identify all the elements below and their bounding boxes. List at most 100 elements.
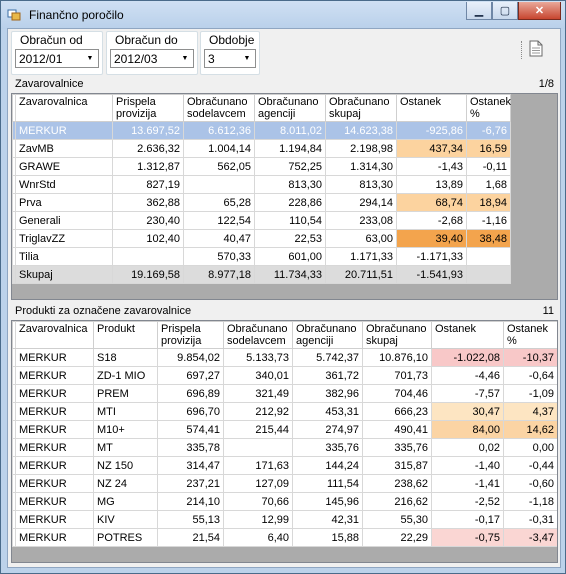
maximize-button[interactable]: ▢ (492, 2, 518, 20)
column-header[interactable]: Ostanek (431, 321, 504, 349)
chevron-down-icon[interactable]: ▼ (83, 51, 97, 66)
table-cell: 1,68 (466, 175, 511, 194)
produkt-row[interactable]: MERKUR POTRES 21,54 6,40 15,88 22,29 -0,75 -3,4… (12, 528, 557, 547)
column-header[interactable]: Ostanek % (466, 94, 511, 122)
table-cell: 453,31 (292, 402, 363, 421)
zavarovalnice-grid[interactable]: Zavarovalnica Prispela provizija Obračunan… (11, 93, 558, 300)
table-cell: -0,60 (503, 474, 557, 493)
table-cell: -1,18 (503, 492, 557, 511)
column-header[interactable]: Obračunano sodelavcem (183, 94, 255, 122)
chevron-down-icon[interactable]: ▼ (178, 51, 192, 66)
zavarovalnica-row[interactable]: ZavMB 2.636,32 1.004,14 1.194,84 2.198,98 437… (12, 139, 511, 158)
table-cell: -1.171,33 (396, 247, 467, 266)
table-cell: -2,52 (431, 492, 504, 511)
table-cell (183, 175, 255, 194)
produkti-header: Produkti za označene zavarovalnice 11 (11, 304, 556, 319)
column-header[interactable]: Obračunano agenciji (292, 321, 363, 349)
zavarovalnica-row[interactable]: Generali 230,40 122,54 110,54 233,08 -2,68 -1,… (12, 211, 511, 230)
column-header[interactable]: Obračunano skupaj (325, 94, 397, 122)
table-cell: 127,09 (223, 474, 293, 493)
table-cell: 55,30 (362, 510, 432, 529)
table-cell: Prva (15, 193, 113, 212)
table-cell: MERKUR (15, 420, 94, 439)
column-header[interactable]: Ostanek % (503, 321, 557, 349)
table-cell: 19.169,58 (112, 265, 184, 284)
column-header[interactable]: Obračunano agenciji (254, 94, 326, 122)
table-cell: -1.022,08 (431, 348, 504, 367)
column-header[interactable]: Prispela provizija (157, 321, 224, 349)
table-cell: MERKUR (15, 348, 94, 367)
table-cell: 437,34 (396, 139, 467, 158)
zavarovalnica-row[interactable]: MERKUR 13.697,52 6.612,36 8.011,02 14.623,38… (12, 121, 511, 140)
table-cell: 666,23 (362, 402, 432, 421)
produkt-row[interactable]: MERKUR KIV 55,13 12,99 42,31 55,30 -0,17 -0,31 (12, 510, 557, 529)
table-cell: 238,62 (362, 474, 432, 493)
table-cell: 70,66 (223, 492, 293, 511)
table-cell: -6,76 (466, 121, 511, 140)
table-cell: MG (93, 492, 158, 511)
table-cell: 562,05 (183, 157, 255, 176)
table-cell: 1.314,30 (325, 157, 397, 176)
produkt-row[interactable]: MERKUR M10+ 574,41 215,44 274,97 490,41 84,00 1… (12, 420, 557, 439)
produkt-row[interactable]: MERKUR ZD-1 MIO 697,27 340,01 361,72 701,73 -4… (12, 366, 557, 385)
table-cell: 0,02 (431, 438, 504, 457)
table-cell: 13,89 (396, 175, 467, 194)
document-icon[interactable] (529, 40, 543, 57)
column-header[interactable]: Produkt (93, 321, 158, 349)
produkt-row[interactable]: MERKUR NZ 24 237,21 127,09 111,54 238,62 -1,41… (12, 474, 557, 493)
obdobje-select[interactable]: 3 ▼ (204, 49, 256, 68)
table-cell: 111,54 (292, 474, 363, 493)
table-cell: 22,29 (362, 528, 432, 547)
table-cell: 601,00 (254, 247, 326, 266)
zavarovalnica-row[interactable]: Prva 362,88 65,28 228,86 294,14 68,74 18,94 (12, 193, 511, 212)
table-cell: Generali (15, 211, 113, 230)
zavarovalnica-row[interactable]: Skupaj 19.169,58 8.977,18 11.734,33 20.711,5… (12, 265, 511, 284)
column-header[interactable]: Obračunano sodelavcem (223, 321, 293, 349)
table-cell: 362,88 (112, 193, 184, 212)
zavarovalnica-row[interactable]: Tilia 570,33 601,00 1.171,33 -1.171,33 (12, 247, 511, 266)
produkt-row[interactable]: MERKUR PREM 696,89 321,49 382,96 704,46 -7,57-… (12, 384, 557, 403)
column-header[interactable]: Ostanek (396, 94, 467, 122)
produkti-title: Produkti za označene zavarovalnice (15, 305, 192, 317)
title-bar[interactable]: Finančno poročilo ▁ ▢ ✕ (1, 1, 565, 29)
chevron-down-icon[interactable]: ▼ (240, 51, 254, 66)
column-header[interactable]: Zavarovalnica (15, 321, 94, 349)
zavarovalnica-row[interactable]: TriglavZZ 102,40 40,47 22,53 63,00 39,40 38,48 (12, 229, 511, 248)
produkt-row[interactable]: MERKUR MTI 696,70 212,92 453,31 666,23 30,47 4,… (12, 402, 557, 421)
zavarovalnica-row[interactable]: WnrStd 827,19 813,30 813,30 13,89 1,68 (12, 175, 511, 194)
column-header[interactable]: Obračunano skupaj (362, 321, 432, 349)
table-cell: 214,10 (157, 492, 224, 511)
obdobje-group: Obdobje 3 ▼ (200, 31, 260, 75)
produkti-grid[interactable]: Zavarovalnica Produkt Prispela provizija Ob… (11, 320, 558, 563)
table-cell: 314,47 (157, 456, 224, 475)
table-cell: -3,47 (503, 528, 557, 547)
table-cell: 8.977,18 (183, 265, 255, 284)
zavarovalnica-row[interactable]: GRAWE 1.312,87 562,05 752,25 1.314,30 -1,43 -0… (12, 157, 511, 176)
table-cell: Skupaj (15, 265, 113, 284)
obracun-do-value: 2012/03 (114, 52, 158, 66)
obracun-do-select[interactable]: 2012/03 ▼ (110, 49, 194, 68)
column-header[interactable]: Zavarovalnica (15, 94, 113, 122)
table-cell: 5.742,37 (292, 348, 363, 367)
toolbar-grip[interactable] (521, 41, 524, 59)
table-cell: KIV (93, 510, 158, 529)
produkt-row[interactable]: MERKUR NZ 150 314,47 171,63 144,24 315,87 -1,4… (12, 456, 557, 475)
table-cell: 40,47 (183, 229, 255, 248)
table-cell: MERKUR (15, 402, 94, 421)
table-cell: 10.876,10 (362, 348, 432, 367)
close-button[interactable]: ✕ (518, 2, 561, 20)
table-cell: 14,62 (503, 420, 557, 439)
produkt-row[interactable]: MERKUR MT 335,78 335,76 335,76 0,02 0,00 (12, 438, 557, 457)
column-header[interactable]: Prispela provizija (112, 94, 184, 122)
produkt-row[interactable]: MERKUR S18 9.854,02 5.133,73 5.742,37 10.876,… (12, 348, 557, 367)
table-cell: 701,73 (362, 366, 432, 385)
obracun-od-label: Obračun od (18, 33, 85, 47)
obracun-od-group: Obračun od 2012/01 ▼ (11, 31, 103, 75)
produkt-row[interactable]: MERKUR MG 214,10 70,66 145,96 216,62 -2,52 -1,1… (12, 492, 557, 511)
table-cell: PREM (93, 384, 158, 403)
table-cell: 18,94 (466, 193, 511, 212)
table-cell: 696,70 (157, 402, 224, 421)
table-cell: MERKUR (15, 528, 94, 547)
obracun-od-select[interactable]: 2012/01 ▼ (15, 49, 99, 68)
minimize-button[interactable]: ▁ (466, 2, 492, 20)
